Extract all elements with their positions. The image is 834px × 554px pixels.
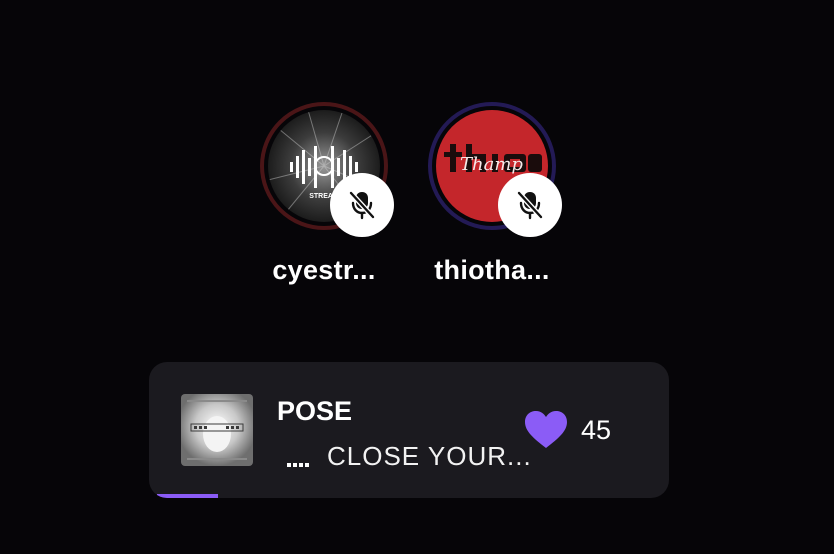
avatar[interactable]: Thamp	[428, 102, 562, 237]
mic-muted-badge	[330, 173, 394, 237]
speaker-tile[interactable]: Thamp thiotha...	[428, 102, 562, 286]
mic-off-icon	[516, 190, 544, 220]
speaker-name: thiotha...	[434, 255, 550, 285]
speaker-name: cyestr...	[272, 255, 376, 285]
like-count: 45	[581, 415, 612, 445]
track-title: POSE	[277, 396, 353, 426]
like-control[interactable]: 45	[525, 406, 611, 454]
progress-fill	[157, 494, 218, 498]
speaker-list: STREAM cyestr... Thamp thiotha...	[260, 102, 562, 286]
avatar[interactable]: STREAM	[260, 102, 394, 237]
equalizer-icon	[287, 443, 309, 469]
album-art[interactable]	[181, 394, 253, 466]
now-playing-card[interactable]: POSE CLOSE YOUR... 45	[149, 362, 669, 498]
track-artist: CLOSE YOUR...	[327, 441, 532, 471]
mic-off-icon	[348, 190, 376, 220]
heart-icon	[525, 411, 567, 448]
svg-text:Thamp: Thamp	[460, 154, 523, 175]
track-subtitle: CLOSE YOUR...	[287, 440, 532, 472]
speaker-tile[interactable]: STREAM cyestr...	[260, 102, 394, 286]
mic-muted-badge	[498, 173, 562, 237]
progress-bar[interactable]	[149, 494, 669, 498]
audio-room: STREAM cyestr... Thamp thiotha... POSE C…	[0, 0, 834, 554]
